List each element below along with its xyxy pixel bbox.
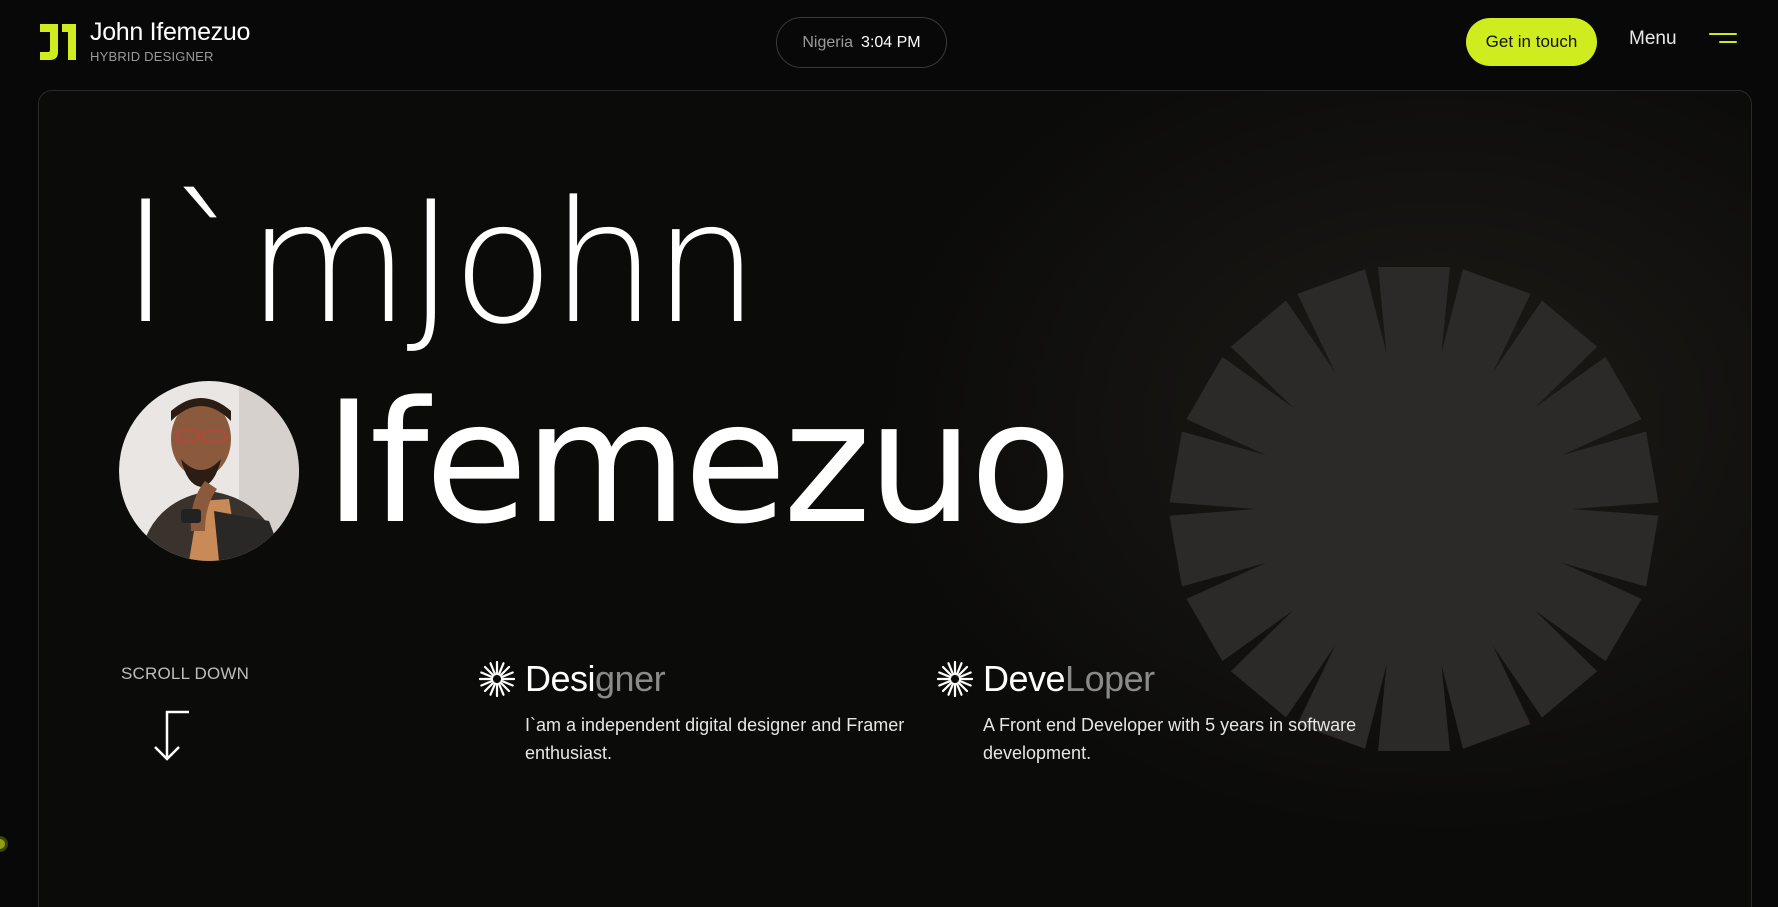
starburst-icon [479,661,515,697]
local-time-badge: Nigeria 3:04 PM [776,17,947,68]
headline-line-2: Ifemezuo [324,365,1073,561]
role-developer: DeveLoper A Front end Developer with 5 y… [937,657,1403,767]
hamburger-icon [1707,30,1737,48]
logo-icon [38,18,78,64]
role-title: DeveLoper [983,657,1155,701]
role-description: A Front end Developer with 5 years in so… [983,715,1357,763]
role-title-muted: Loper [1065,658,1155,699]
headline-line-1: I`mJohn [121,165,759,361]
clock-time: 3:04 PM [861,33,921,51]
clock-country: Nigeria [802,33,854,51]
hero-section: I`mJohn Ifemezuo SCROLL DOWN Designer I`… [38,90,1752,907]
top-navigation: John Ifemezuo HYBRID DESIGNER Nigeria 3:… [0,0,1778,86]
avatar [119,381,299,561]
brand-name: John Ifemezuo [90,18,251,46]
arrow-down-icon[interactable] [151,709,191,763]
menu-label: Menu [1629,28,1677,49]
get-in-touch-button[interactable]: Get in touch [1466,18,1597,66]
scroll-down-label[interactable]: SCROLL DOWN [121,664,249,684]
role-title-strong: Desi [525,658,596,699]
starburst-icon [937,661,973,697]
menu-button[interactable]: Menu [1629,28,1737,50]
role-title-muted: gner [595,658,666,699]
role-title: Designer [525,657,666,701]
role-title-strong: Deve [983,658,1066,699]
floating-indicator[interactable] [0,836,8,852]
role-description: I`am a independent digital designer and … [525,715,905,763]
brand-subtitle: HYBRID DESIGNER [90,49,214,64]
role-designer: Designer I`am a independent digital desi… [479,657,945,767]
brand[interactable]: John Ifemezuo HYBRID DESIGNER [38,18,250,65]
